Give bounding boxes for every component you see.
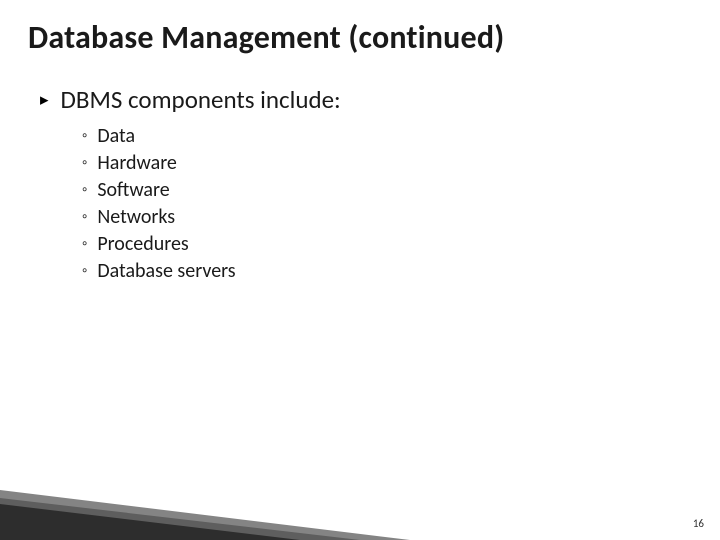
circle-bullet-icon: ◦ (82, 204, 87, 230)
page-number: 16 (693, 517, 704, 530)
circle-bullet-icon: ◦ (82, 231, 87, 257)
list-item: ◦ Networks (82, 204, 692, 230)
heading-row: ▸ DBMS components include: (40, 83, 692, 117)
list-item: ◦ Procedures (82, 231, 692, 257)
circle-bullet-icon: ◦ (82, 123, 87, 149)
list-item: ◦ Software (82, 177, 692, 203)
list-item: ◦ Data (82, 123, 692, 149)
list-item-text: Hardware (97, 150, 177, 176)
slide-title: Database Management (continued) (28, 18, 692, 57)
list-item-text: Database servers (97, 258, 235, 284)
list-item-text: Data (97, 123, 135, 149)
list-item-text: Procedures (97, 231, 188, 257)
heading-text: DBMS components include: (61, 83, 341, 117)
list-item-text: Networks (97, 204, 175, 230)
list-item-text: Software (97, 177, 169, 203)
list-item: ◦ Database servers (82, 258, 692, 284)
list-item: ◦ Hardware (82, 150, 692, 176)
slide: Database Management (continued) ▸ DBMS c… (0, 0, 720, 540)
item-list: ◦ Data ◦ Hardware ◦ Software ◦ Networks … (82, 123, 692, 284)
triangle-bullet-icon: ▸ (40, 83, 49, 117)
circle-bullet-icon: ◦ (82, 150, 87, 176)
corner-decoration-icon (0, 460, 420, 540)
circle-bullet-icon: ◦ (82, 258, 87, 284)
circle-bullet-icon: ◦ (82, 177, 87, 203)
